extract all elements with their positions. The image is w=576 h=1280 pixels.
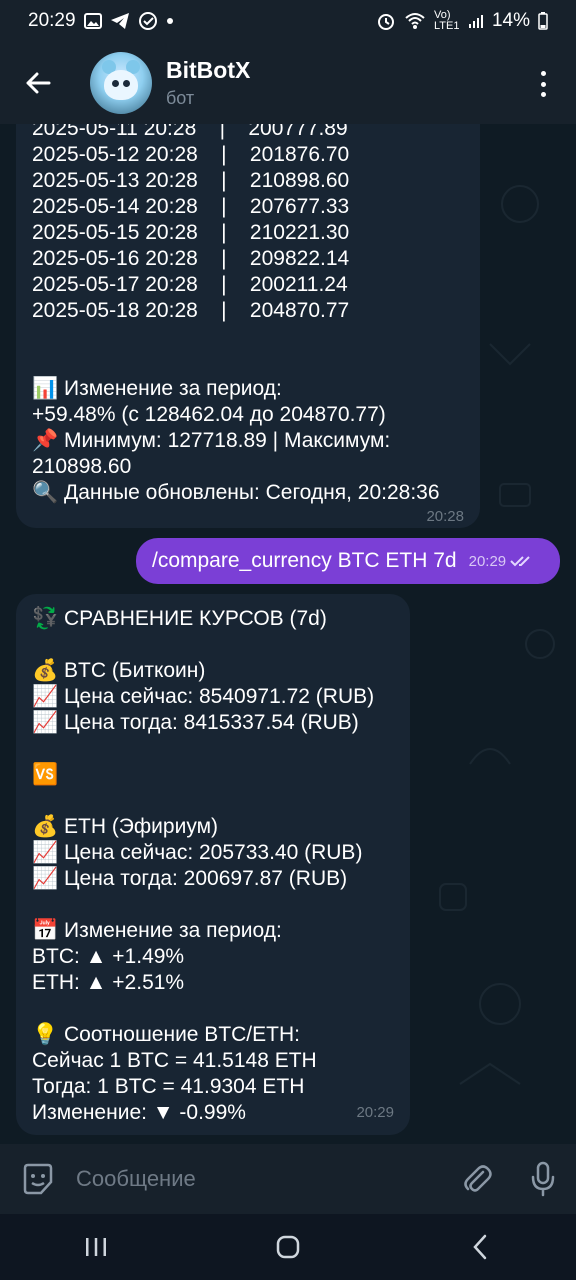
message-line: 📈 Цена тогда: 200697.87 (RUB) — [32, 867, 348, 890]
status-time: 20:29 — [28, 10, 76, 31]
message-line: 2025-05-13 20:28 | 210898.60 — [32, 169, 350, 192]
message-line: Сейчас 1 BTC = 41.5148 ETH — [32, 1049, 317, 1072]
avatar[interactable] — [90, 52, 152, 114]
back-button[interactable] — [0, 42, 76, 124]
check-circle-icon — [138, 11, 158, 31]
message-line — [32, 996, 394, 1022]
message-line: 💱 СРАВНЕНИЕ КУРСОВ (7d) — [32, 607, 327, 630]
message-line: Тогда: 1 BTC = 41.9304 ETH — [32, 1075, 305, 1098]
message-input[interactable]: Сообщение — [76, 1166, 444, 1192]
dot-icon — [166, 17, 174, 25]
message-line — [32, 350, 464, 376]
message-line: 💡 Соотношение BTC/ETH: — [32, 1023, 300, 1046]
attach-button[interactable] — [444, 1144, 510, 1214]
chat-subtitle: бот — [166, 88, 195, 108]
message-line: 📅 Изменение за период: — [32, 919, 282, 942]
message-line: 2025-05-12 20:28 | 201876.70 — [32, 143, 350, 166]
message-line — [32, 632, 394, 658]
battery-percent: 14% — [491, 10, 530, 31]
status-bar: 20:29 Vo) LTE1 14% — [0, 0, 576, 42]
paperclip-icon — [464, 1165, 492, 1192]
network-label: Vo) LTE1 — [433, 9, 460, 32]
message-bubble-comparison[interactable]: 💱 СРАВНЕНИЕ КУРСОВ (7d) 💰 BTC (Биткоин) … — [16, 594, 410, 1135]
arrow-left-icon — [26, 72, 51, 94]
message-line: ETH: ▲ +2.51% — [32, 971, 185, 994]
message-line: +59.48% (с 128462.04 до 204870.77) — [32, 403, 386, 426]
message-line: 210898.60 — [32, 455, 132, 478]
message-time: 20:29 — [356, 1104, 394, 1121]
message-line — [32, 324, 464, 350]
message-line: 2025-05-17 20:28 | 200211.24 — [32, 273, 348, 296]
alarm-icon — [376, 11, 396, 31]
message-line: 📈 Цена сейчас: 205733.40 (RUB) — [32, 841, 363, 864]
message-line — [32, 788, 394, 814]
message-line: 📊 Изменение за период: — [32, 377, 282, 400]
message-line: 2025-05-15 20:28 | 210221.30 — [32, 221, 350, 244]
system-back-button[interactable] — [440, 1214, 520, 1280]
message-line: 📈 Цена сейчас: 8540971.72 (RUB) — [32, 685, 375, 708]
home-button[interactable] — [248, 1214, 328, 1280]
message-time: 20:28 — [426, 508, 464, 525]
message-bubble-history[interactable]: 2025-05-11 20:28 | 200777.89 2025-05-12 … — [16, 124, 480, 528]
message-line: 2025-05-11 20:28 | 200777.89 — [32, 124, 348, 140]
message-composer: Сообщение — [0, 1144, 576, 1214]
home-icon — [276, 1235, 300, 1259]
message-line: 🔍 Данные обновлены: Сегодня, 20:28:36 — [32, 481, 440, 504]
chat-title-block[interactable]: BitBotX бот — [166, 57, 250, 109]
emoji-button[interactable] — [0, 1144, 76, 1214]
message-line: BTC: ▲ +1.49% — [32, 945, 185, 968]
more-vertical-icon — [540, 71, 546, 76]
message-line: 🆚 — [32, 763, 59, 786]
voice-record-button[interactable] — [510, 1144, 576, 1214]
message-line: 📈 Цена тогда: 8415337.54 (RUB) — [32, 711, 359, 734]
double-check-icon — [510, 556, 530, 567]
message-line: 2025-05-18 20:28 | 204870.77 — [32, 299, 350, 322]
message-line: 💰 ETH (Эфириум) — [32, 815, 219, 838]
message-line — [32, 736, 394, 762]
sticker-icon — [23, 1163, 53, 1195]
message-line: 2025-05-14 20:28 | 207677.33 — [32, 195, 350, 218]
microphone-icon — [531, 1161, 555, 1197]
system-nav-bar — [0, 1214, 576, 1280]
chat-header: BitBotX бот — [0, 42, 576, 124]
telegram-icon — [110, 12, 130, 30]
signal-icon — [468, 13, 484, 29]
wifi-icon — [404, 12, 426, 30]
message-line: 💰 BTC (Биткоин) — [32, 659, 206, 682]
gallery-icon — [83, 13, 102, 29]
chat-area[interactable]: 2025-05-11 20:28 | 200777.89 2025-05-12 … — [0, 124, 576, 1144]
message-line: Изменение: ▼ -0.99% — [32, 1101, 246, 1124]
chat-title: BitBotX — [166, 57, 251, 83]
recent-apps-icon — [86, 1238, 106, 1256]
battery-icon — [538, 12, 548, 30]
message-line — [32, 892, 394, 918]
message-line: 📌 Минимум: 127718.89 | Максимум: — [32, 429, 391, 452]
message-line: 2025-05-16 20:28 | 209822.14 — [32, 247, 350, 270]
outgoing-message-text: /compare_currency BTC ETH 7d — [152, 549, 457, 572]
message-time: 20:29 — [468, 552, 507, 570]
message-bubble-outgoing[interactable]: /compare_currency BTC ETH 7d 20:29 — [136, 538, 560, 584]
more-options-button[interactable] — [532, 69, 554, 99]
chevron-left-icon — [473, 1234, 487, 1260]
recent-apps-button[interactable] — [56, 1214, 136, 1280]
